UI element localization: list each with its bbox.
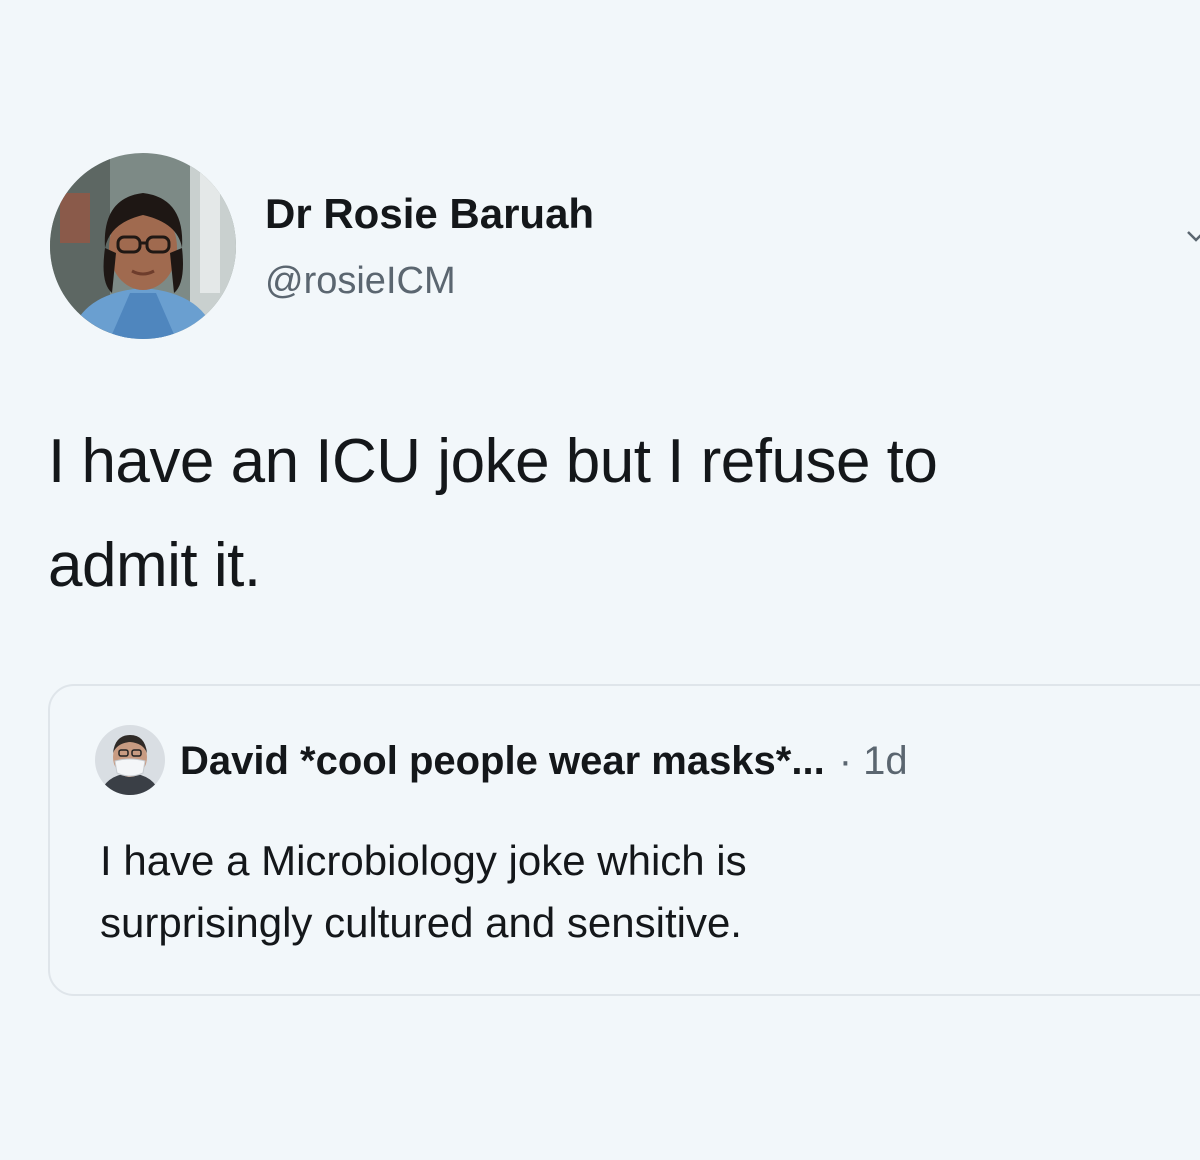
tweet-container: Dr Rosie Baruah @rosieICM I have an ICU … [0, 0, 1200, 1160]
user-avatar-masked-photo-icon [95, 725, 165, 795]
tweet-text-line: I have an ICU joke but I refuse to [48, 427, 938, 496]
user-avatar-photo-icon [50, 153, 236, 339]
quoted-tweet-timestamp[interactable]: · 1d [839, 739, 908, 783]
tweet-text: I have an ICU joke but I refuse to admit… [48, 410, 1168, 618]
author-handle[interactable]: @rosieICM [265, 258, 456, 304]
chevron-down-icon[interactable] [1186, 226, 1200, 246]
quoted-author-avatar[interactable] [95, 725, 165, 795]
quoted-tweet-text-line: surprisingly cultured and sensitive. [100, 899, 742, 946]
quoted-tweet-text: I have a Microbiology joke which is surp… [100, 830, 1160, 954]
tweet-text-line: admit it. [48, 531, 261, 600]
quoted-author-name[interactable]: David *cool people wear masks*... [180, 739, 825, 783]
quoted-tweet-header: David *cool people wear masks*... · 1d [180, 737, 908, 785]
author-display-name[interactable]: Dr Rosie Baruah [265, 189, 594, 239]
author-avatar[interactable] [50, 153, 236, 339]
quoted-tweet-text-line: I have a Microbiology joke which is [100, 837, 747, 884]
